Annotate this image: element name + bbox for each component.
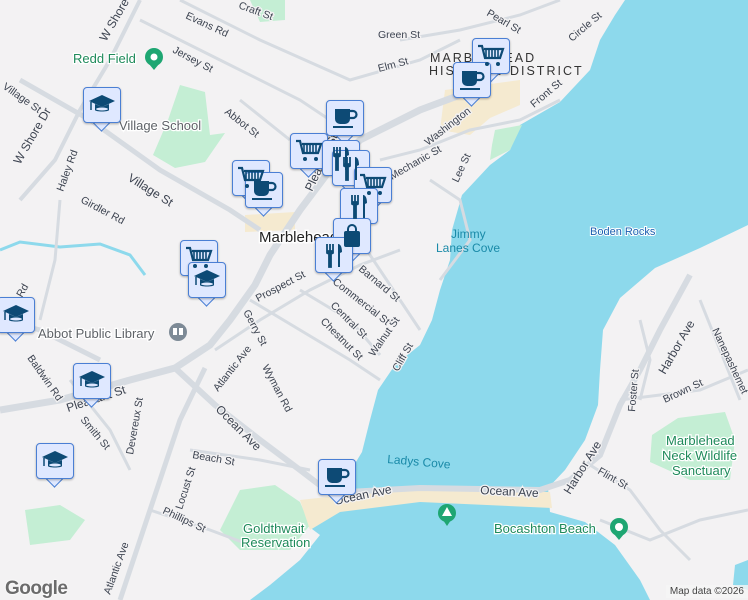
coffee-icon (458, 67, 486, 93)
street-label: Village St (0, 81, 43, 116)
marker-school[interactable] (83, 87, 121, 132)
poi-goldthwait-reservation[interactable]: Goldthwait Reservation (240, 520, 312, 552)
poi-label-village-school[interactable]: Village School (118, 117, 203, 135)
poi-abbot-library[interactable]: Abbot Public Library (37, 323, 187, 342)
marker-cafe[interactable] (245, 172, 283, 217)
graduation-cap-icon (2, 302, 30, 328)
street-label: Jersey St (171, 44, 215, 75)
fork-knife-icon (345, 193, 373, 219)
street-label: Elm St (377, 55, 410, 75)
water-label-jimmy: Jimmy (451, 227, 486, 241)
poi-label: Abbot Public Library (38, 326, 155, 341)
street-label: Baldwin Rd (25, 353, 65, 404)
cart-icon (295, 138, 323, 164)
marker-school[interactable] (73, 363, 111, 408)
poi-label: Bocashton Beach (494, 521, 596, 536)
street-label: Atlantic Ave (102, 540, 132, 596)
street-label: W Shore Dr (96, 0, 139, 44)
poi-redd-field[interactable]: Redd Field (72, 48, 163, 70)
street-label: Locust St (173, 466, 198, 511)
street-label: Lee St (450, 152, 474, 185)
map-attribution[interactable]: Map data ©2026 (665, 585, 748, 598)
graduation-cap-icon (78, 368, 106, 394)
graduation-cap-icon (41, 448, 69, 474)
street-label: Foster St (626, 369, 642, 413)
flower-pin-icon (610, 518, 628, 540)
street-label: Wyman Rd (259, 363, 294, 415)
street-label: Smith St (78, 414, 113, 452)
library-book-icon (169, 323, 187, 341)
marker-school[interactable] (0, 297, 35, 342)
poi-label: Marblehead (666, 433, 735, 448)
park-west (25, 505, 85, 545)
street-label: Mechanic St (388, 143, 444, 182)
street-label: Nanepashemet (709, 326, 748, 396)
street-label: Atlantic Ave (211, 343, 254, 394)
marker-school[interactable] (188, 262, 226, 307)
fork-knife-icon (320, 242, 348, 268)
street-label: Green St (378, 29, 420, 41)
water-label-lanes-cove: Lanes Cove (436, 241, 500, 255)
street-label: Flint St (596, 465, 630, 492)
poi-label: Redd Field (73, 51, 136, 66)
street-label: Circle St (566, 10, 604, 45)
graduation-cap-icon (193, 267, 221, 293)
poi-marblehead-neck-sanctuary[interactable]: Marblehead Neck Wildlife Sanctuary (661, 432, 739, 480)
graduation-cap-icon (88, 92, 116, 118)
coffee-icon (331, 105, 359, 131)
coffee-icon (250, 177, 278, 203)
street-label: Beach St (191, 449, 235, 468)
street-label: Gerry St (240, 308, 269, 348)
google-logo: Google (5, 578, 68, 599)
coffee-icon (323, 464, 351, 490)
poi-label: Sanctuary (672, 463, 731, 478)
street-label: Girdler Rd (79, 194, 127, 227)
park-pin-icon (145, 48, 163, 70)
marker-restaurant[interactable] (315, 237, 353, 282)
street-label: Ocean Ave (213, 402, 264, 453)
marker-school[interactable] (36, 443, 74, 488)
water-label-boden-rocks: Boden Rocks (590, 226, 656, 238)
poi-label: Reservation (241, 535, 310, 550)
marker-cafe[interactable] (318, 459, 356, 504)
poi-label: Goldthwait (243, 521, 305, 536)
marker-cafe[interactable] (326, 100, 364, 145)
cart-icon (477, 43, 505, 69)
marker-cafe[interactable] (453, 62, 491, 107)
street-label: Devereux St (124, 396, 146, 455)
stream (0, 240, 147, 276)
poi-label: Neck Wildlife (662, 448, 737, 463)
street-label: W Shore Dr (10, 105, 53, 166)
